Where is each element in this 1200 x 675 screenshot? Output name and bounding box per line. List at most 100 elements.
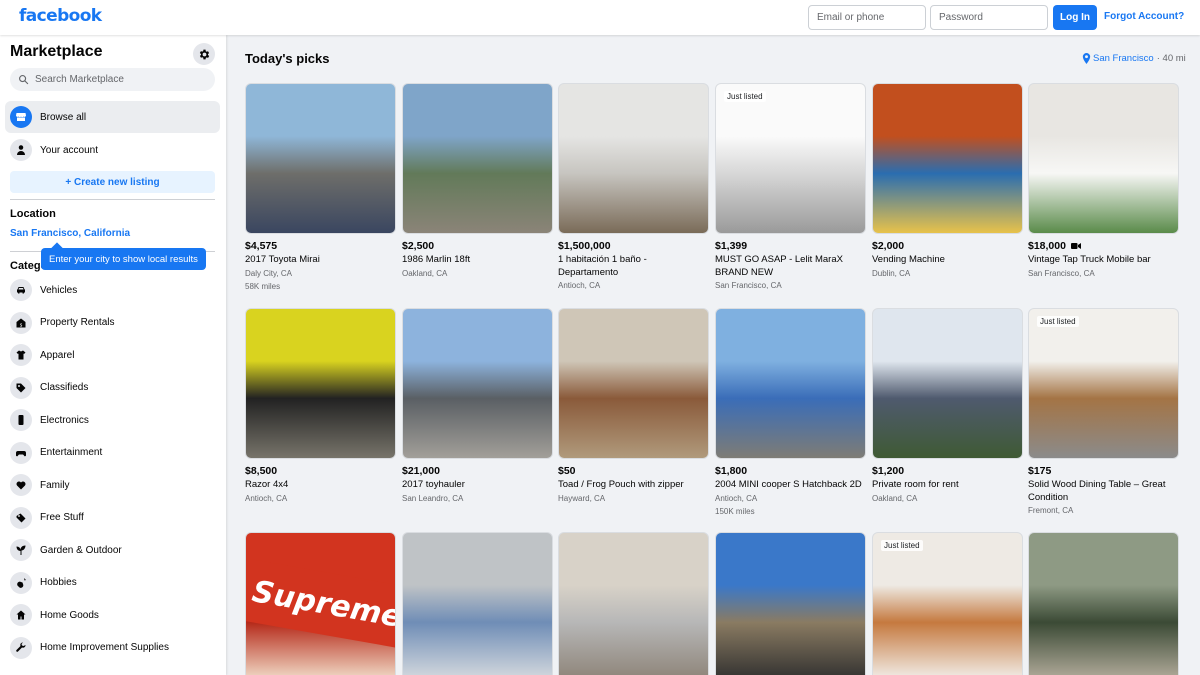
listing-mileage: 150K miles [715,506,755,516]
listing-card[interactable]: $1,800 2004 MINI cooper S Hatchback 2D A… [715,308,866,516]
category-item[interactable]: Apparel [5,340,220,370]
listing-image[interactable] [402,532,553,675]
forgot-account-link[interactable]: Forgot Account? [1104,11,1184,22]
facebook-logo[interactable]: facebook [19,6,102,26]
listing-card[interactable]: $2,000 Vending Machine Dublin, CA [872,83,1023,278]
category-item[interactable]: Garden & Outdoor [5,535,220,565]
listing-image[interactable]: Supreme [245,532,396,675]
listing-price: $21,000 [402,465,440,477]
listing-location: San Leandro, CA [402,493,464,503]
email-field[interactable] [808,5,926,30]
plant-icon [10,539,32,561]
listing-price: $175 [1028,465,1052,477]
category-item[interactable]: Classifieds [5,373,220,403]
listing-image[interactable] [1028,532,1179,675]
category-item[interactable]: Entertainment [5,438,220,468]
category-label: Classifieds [40,382,89,393]
listing-image[interactable] [245,83,396,234]
listing-card[interactable]: Supreme [245,532,396,675]
category-item[interactable]: Hobbies [5,568,220,598]
just-listed-badge: Just listed [881,540,923,551]
category-item[interactable]: Home Improvement Supplies [5,633,220,663]
home-icon [10,604,32,626]
listing-card[interactable] [1028,532,1179,675]
category-item[interactable]: Vehicles [5,275,220,305]
search-bar[interactable] [10,68,215,91]
listing-image[interactable]: Just listed [872,532,1023,675]
person-icon [10,139,32,161]
location-name: San Francisco [1093,53,1154,64]
just-listed-badge: Just listed [724,91,766,102]
listing-price: $4,575 [245,240,278,252]
listing-card[interactable]: $50 Toad / Frog Pouch with zipper Haywar… [558,308,709,503]
listing-image[interactable] [715,532,866,675]
listing-price: $2,500 [402,240,435,252]
listing-image[interactable]: Just listed [1028,308,1179,459]
listing-image[interactable] [558,308,709,459]
category-item[interactable]: Electronics [5,405,220,435]
listing-title: Solid Wood Dining Table – Great Conditio… [1028,479,1166,503]
listing-card[interactable]: $1,500,000 1 habitación 1 baño - Departa… [558,83,709,290]
listing-image[interactable] [872,83,1023,234]
listing-title: 1986 Marlin 18ft [402,254,471,265]
listing-image[interactable] [715,308,866,459]
password-field[interactable] [930,5,1048,30]
guitar-icon [10,571,32,594]
listing-mileage: 58K miles [245,281,281,291]
listing-card[interactable]: Just listed [872,532,1023,675]
listing-image[interactable] [402,83,553,234]
nav-browse-all[interactable]: Browse all [5,101,220,133]
svg-text:$: $ [20,322,23,328]
supreme-logo: Supreme [246,558,395,650]
listing-card[interactable] [715,532,866,675]
listing-card[interactable]: $21,000 2017 toyhauler San Leandro, CA [402,308,553,503]
listing-image[interactable]: Just listed [715,83,866,234]
category-item[interactable]: Family [5,470,220,500]
listing-image[interactable] [245,308,396,459]
create-listing-button[interactable]: + Create new listing [10,171,215,193]
listing-image[interactable] [402,308,553,459]
listing-card[interactable] [558,532,709,675]
listing-price: $1,200 [872,465,905,477]
listing-card[interactable]: $8,500 Razor 4x4 Antioch, CA [245,308,396,503]
listing-location: San Francisco, CA [1028,268,1095,278]
listing-title: Private room for rent [872,479,959,490]
listing-location: Daly City, CA [245,268,292,278]
listing-image[interactable] [558,83,709,234]
distance: · 40 mi [1156,53,1186,64]
listing-title: 1 habitación 1 baño - Departamento [558,254,647,278]
listing-location: Hayward, CA [558,493,606,503]
listing-image[interactable] [872,308,1023,459]
search-input[interactable] [35,74,205,85]
settings-button[interactable] [193,43,215,65]
listing-title: MUST GO ASAP - Lelit MaraX BRAND NEW [715,254,843,278]
listing-price: $1,500,000 [558,240,611,252]
login-button[interactable]: Log In [1053,5,1097,30]
category-label: Hobbies [40,577,77,588]
category-label: Entertainment [40,447,103,458]
page-title: Today's picks [245,51,330,66]
house-dollar-icon: $ [10,311,32,334]
phone-icon [10,409,32,431]
listing-location: Antioch, CA [715,493,758,503]
location-link[interactable]: San Francisco, California [10,228,130,239]
listing-title: Toad / Frog Pouch with zipper [558,479,684,490]
sidebar-title: Marketplace [10,43,103,60]
top-bar: facebook Log In Forgot Account? [0,0,1200,35]
listing-card[interactable]: $2,500 1986 Marlin 18ft Oakland, CA [402,83,553,278]
listing-card[interactable]: Just listed $175 Solid Wood Dining Table… [1028,308,1179,515]
listing-card[interactable]: $18,000 Vintage Tap Truck Mobile bar San… [1028,83,1179,278]
listing-card[interactable]: $4,575 2017 Toyota Mirai Daly City, CA 5… [245,83,396,291]
location-filter[interactable]: San Francisco · 40 mi [1082,53,1186,64]
listing-card[interactable]: $1,200 Private room for rent Oakland, CA [872,308,1023,503]
listing-card[interactable]: Just listed $1,399 MUST GO ASAP - Lelit … [715,83,866,290]
category-item[interactable]: $ Property Rentals [5,308,220,338]
listing-image[interactable] [558,532,709,675]
nav-your-account[interactable]: Your account [5,134,220,166]
listing-title: Vintage Tap Truck Mobile bar [1028,254,1151,265]
category-item[interactable]: Free Stuff [5,503,220,533]
listing-card[interactable] [402,532,553,675]
category-item[interactable]: Home Goods [5,600,220,630]
listing-image[interactable] [1028,83,1179,234]
category-label: Free Stuff [40,512,84,523]
